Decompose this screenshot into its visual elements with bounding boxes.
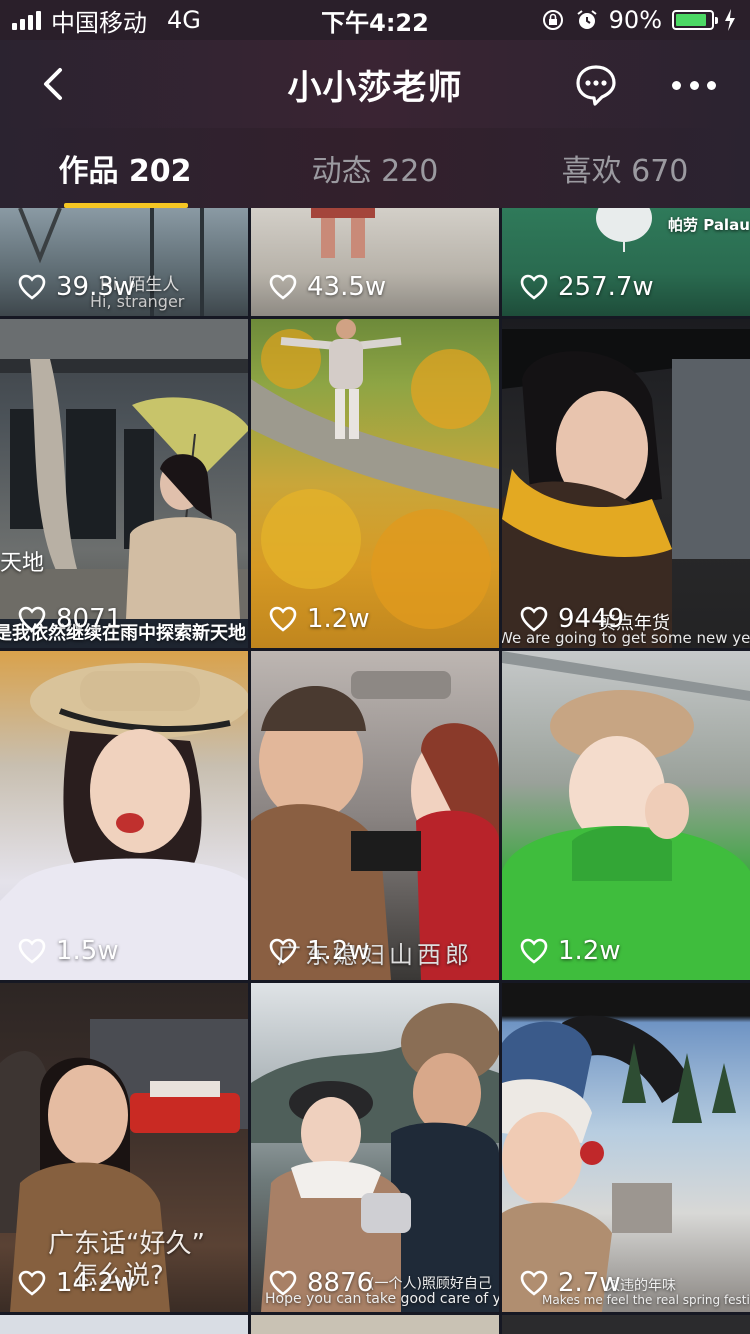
- like-count: 1.2w: [269, 936, 370, 966]
- heart-icon: [18, 274, 46, 300]
- video-thumbnail: [0, 663, 248, 980]
- battery-percent: 90%: [608, 6, 662, 34]
- status-bar: 中国移动 4G 下午4:22 90%: [0, 0, 750, 40]
- video-card[interactable]: 广东话“好久” 怎么说? 14.2w: [0, 983, 248, 1312]
- like-count: 1.2w: [269, 604, 370, 634]
- video-card[interactable]: 天地 是我依然继续在雨中探索新天地 8071: [0, 319, 248, 648]
- like-count: 43.5w: [269, 272, 386, 302]
- video-card[interactable]: 帕劳 Palau 257.7w: [502, 208, 750, 316]
- video-card[interactable]: (一个人)照顾好自己 Hope you can take good care o…: [251, 983, 499, 1312]
- like-count-value: 1.5w: [56, 936, 119, 966]
- video-caption: 天地: [0, 551, 45, 576]
- video-thumbnail: [502, 651, 750, 980]
- like-count: 1.5w: [18, 936, 119, 966]
- like-count: 8071: [18, 604, 122, 634]
- like-count-value: 1.2w: [307, 936, 370, 966]
- heart-icon: [520, 274, 548, 300]
- status-bar-left: 中国移动 4G: [0, 3, 201, 38]
- like-count-value: 1.2w: [307, 604, 370, 634]
- heart-icon: [520, 606, 548, 632]
- video-card[interactable]: 1.2w: [251, 319, 499, 648]
- more-button[interactable]: [672, 64, 716, 106]
- like-count: 9449: [520, 604, 624, 634]
- nav-bar: 小小莎老师: [0, 40, 750, 128]
- heart-icon: [269, 1270, 297, 1296]
- like-count-value: 1.2w: [558, 936, 621, 966]
- video-grid: Hi, 陌生人 Hi, stranger 39.3w 43.5w 帕劳 Pala…: [0, 208, 750, 1334]
- video-thumbnail: [0, 319, 248, 648]
- like-count-value: 8876: [307, 1268, 374, 1298]
- video-thumbnail: [251, 1003, 499, 1312]
- video-card[interactable]: 广东媳妇山西郎 1.2w: [251, 651, 499, 980]
- heart-icon: [18, 606, 46, 632]
- like-count: 39.3w: [18, 272, 135, 302]
- rotation-lock-icon: [542, 10, 563, 30]
- video-thumbnail: [502, 1015, 736, 1312]
- back-button[interactable]: [32, 62, 76, 106]
- like-count-value: 43.5w: [307, 272, 387, 302]
- status-bar-right: 90%: [541, 6, 750, 34]
- heart-icon: [520, 1270, 548, 1296]
- carrier-label: 中国移动: [51, 8, 147, 37]
- charging-icon: [725, 9, 735, 31]
- video-card[interactable]: 1.5w: [0, 651, 248, 980]
- video-caption: 帕劳 Palau: [668, 216, 750, 234]
- profile-tabs: 作品 202 动态 220 喜欢 670: [0, 128, 750, 208]
- video-thumbnail: [502, 329, 750, 648]
- like-count-value: 257.7w: [558, 272, 654, 302]
- heart-icon: [18, 1270, 46, 1296]
- heart-icon: [269, 274, 297, 300]
- video-card[interactable]: 43.5w: [251, 208, 499, 316]
- heart-icon: [520, 938, 548, 964]
- heart-icon: [269, 938, 297, 964]
- like-count-value: 9449: [558, 604, 625, 634]
- like-count: 2.7w: [520, 1268, 621, 1298]
- like-count: 257.7w: [520, 272, 654, 302]
- video-thumbnail: [251, 319, 499, 629]
- tab-likes[interactable]: 喜欢 670: [500, 128, 750, 208]
- video-card[interactable]: 1.2w: [502, 651, 750, 980]
- video-thumbnail: [251, 671, 499, 980]
- alarm-icon: [577, 10, 597, 29]
- like-count-value: 14.2w: [56, 1268, 136, 1298]
- video-card[interactable]: [502, 1315, 750, 1334]
- more-dot: [672, 80, 681, 90]
- like-count: 8876: [269, 1268, 373, 1298]
- page-title: 小小莎老师: [287, 67, 463, 108]
- video-card[interactable]: 买点年货 We are going to get some new year g…: [502, 319, 750, 648]
- tab-works[interactable]: 作品 202: [0, 128, 250, 208]
- signal-icon: [12, 10, 41, 30]
- tab-moments[interactable]: 动态 220: [250, 128, 500, 208]
- video-card[interactable]: [0, 1315, 248, 1334]
- more-dot: [689, 80, 699, 90]
- like-count-value: 2.7w: [558, 1268, 621, 1298]
- video-card[interactable]: [251, 1315, 499, 1334]
- battery-icon: [672, 10, 718, 30]
- video-card[interactable]: 久违的年味 Makes me feel the real spring fest…: [502, 983, 750, 1312]
- like-count: 14.2w: [18, 1268, 135, 1298]
- more-dot: [707, 80, 716, 90]
- like-count-value: 8071: [56, 604, 123, 634]
- like-count-value: 39.3w: [56, 272, 136, 302]
- network-label: 4G: [167, 6, 201, 34]
- like-count: 1.2w: [520, 936, 621, 966]
- heart-icon: [269, 606, 297, 632]
- message-button[interactable]: [575, 64, 617, 106]
- video-card[interactable]: Hi, 陌生人 Hi, stranger 39.3w: [0, 208, 248, 316]
- video-caption: (一个人)照顾好自己: [369, 1276, 492, 1292]
- heart-icon: [18, 938, 46, 964]
